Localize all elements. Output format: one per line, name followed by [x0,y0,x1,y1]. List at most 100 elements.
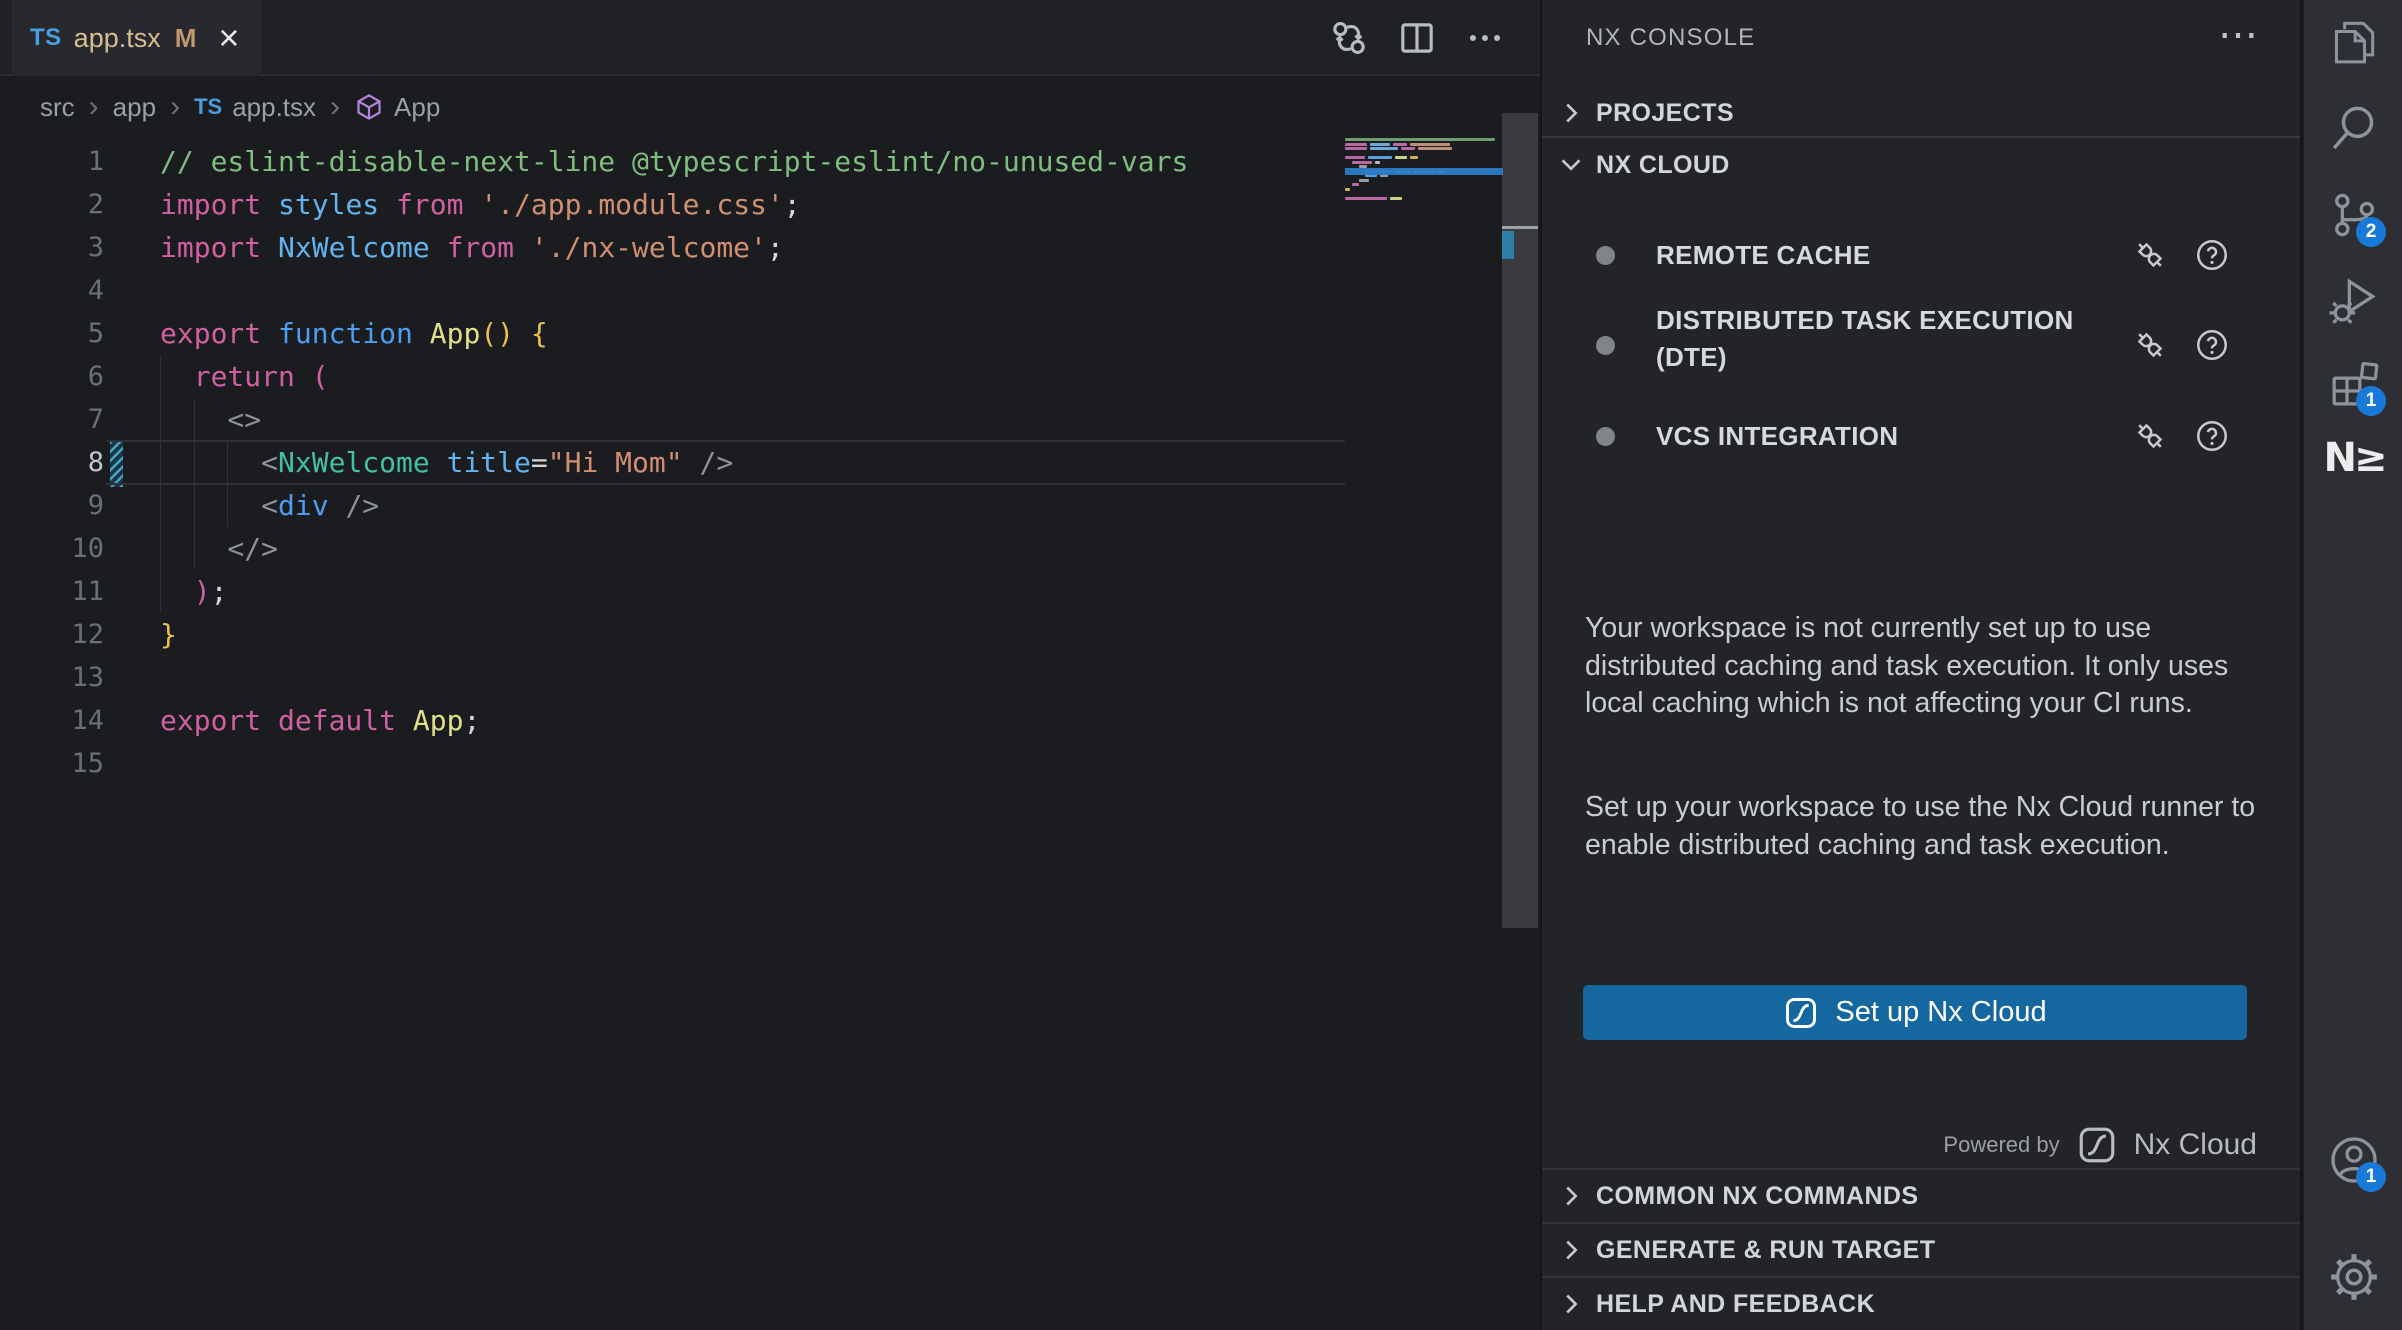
code-line: 11 ); [0,570,1345,613]
code-text: <div /> [160,484,379,527]
section-projects[interactable]: PROJECTS [1542,90,2300,136]
workspace-status-text: Your workspace is not currently set up t… [1585,610,2257,723]
minimap-current-line [1345,168,1503,175]
line-number: 2 [0,183,104,226]
code-text: return ( [160,355,329,398]
code-text: import NxWelcome from './nx-welcome'; [160,226,784,269]
activity-item-search[interactable] [2304,85,2402,169]
section-generate-run-target[interactable]: GENERATE & RUN TARGET [1542,1222,2300,1276]
help-icon[interactable] [2194,418,2230,454]
ts-icon: TS [194,94,222,120]
activity-item-source-control[interactable]: 2 [2304,173,2402,257]
activity-item-explorer[interactable] [2304,0,2402,84]
code-text: <> [160,398,261,441]
section-common-nx-commands[interactable]: COMMON NX COMMANDS [1542,1168,2300,1222]
current-line-highlight [106,440,1345,485]
setup-nx-cloud-button[interactable]: Set up Nx Cloud [1583,985,2247,1040]
panel-bottom-sections: COMMON NX COMMANDS GENERATE & RUN TARGET H… [1542,1168,2300,1330]
section-label: HELP AND FEEDBACK [1596,1290,1875,1319]
section-label: GENERATE & RUN TARGET [1596,1236,1935,1265]
editor-region: TS app.tsx M × src›app›TSapp.tsx›App 1//… [0,0,1540,1330]
editor-scrollbar[interactable] [1502,0,1538,1330]
badge: 1 [2356,386,2386,416]
line-number: 3 [0,226,104,269]
nx-cloud-item: DISTRIBUTED TASK EXECUTION (DTE) [1542,302,2300,388]
panel-title-row: NX CONSOLE ⋯ [1542,10,2300,66]
more-actions-icon[interactable]: ⋯ [2218,12,2258,58]
breadcrumb-item-src[interactable]: src [40,92,75,123]
line-number: 13 [0,656,104,699]
powered-by: Powered by Nx Cloud [1542,1122,2257,1168]
overview-modified-marker [1502,231,1514,259]
breadcrumb-item-app[interactable]: App [354,92,440,123]
breadcrumb-label: app.tsx [232,92,316,123]
chevron-right-icon [1556,1181,1586,1211]
breadcrumb-item-app[interactable]: app [113,92,156,123]
nx-cloud-brand: Nx Cloud [2134,1128,2257,1162]
nx-cloud-item-label: DISTRIBUTED TASK EXECUTION (DTE) [1656,302,2076,376]
minimap-line [1345,201,1503,204]
section-nx-cloud[interactable]: NX CLOUD [1542,140,2300,190]
breadcrumb-item-app-tsx[interactable]: TS app.tsx [194,92,316,123]
chevron-right-icon [1556,1235,1586,1265]
code-line: 9 <div /> [0,484,1345,527]
code-editor[interactable]: 1// eslint-disable-next-line @typescript… [0,140,1540,1330]
tab-app-tsx[interactable]: TS app.tsx M × [12,0,261,76]
code-text: ); [160,570,227,613]
tab-filename: app.tsx [74,23,161,54]
powered-by-label: Powered by [1943,1132,2059,1158]
split-editor-icon[interactable] [1394,12,1440,64]
activity-item-extensions[interactable]: 1 [2304,342,2402,426]
badge: 2 [2356,217,2386,247]
divider [1542,136,2300,138]
minimap-line [1352,161,1503,164]
section-label: COMMON NX COMMANDS [1596,1182,1918,1211]
help-icon[interactable] [2194,327,2230,363]
connect-icon[interactable] [2132,237,2168,273]
chevron-right-icon [1556,1289,1586,1319]
help-icon[interactable] [2194,237,2230,273]
connect-icon[interactable] [2132,327,2168,363]
code-line: 13 [0,656,1345,699]
line-number: 11 [0,570,104,613]
status-bullet-icon [1596,427,1615,446]
chevron-down-icon [1556,150,1586,180]
open-changes-icon[interactable] [1326,12,1372,64]
code-line: 4 [0,269,1345,312]
section-help-and-feedback[interactable]: HELP AND FEEDBACK [1542,1276,2300,1330]
code-text: import styles from './app.module.css'; [160,183,801,226]
breadcrumb-label: src [40,92,75,123]
minimap-line [1359,179,1503,182]
nx-cloud-item: VCS INTEGRATION [1542,414,2300,458]
line-number: 10 [0,527,104,570]
breadcrumb-separator: › [89,92,99,122]
activity-item-settings[interactable] [2304,1235,2402,1319]
activity-item-account[interactable]: 1 [2304,1118,2402,1202]
vscode-window: TS app.tsx M × src›app›TSapp.tsx›App 1//… [0,0,2402,1330]
close-icon[interactable]: × [218,20,239,56]
code-line: 6 return ( [0,355,1345,398]
overview-cursor-marker [1502,226,1538,229]
breadcrumb: src›app›TSapp.tsx›App [0,78,1500,136]
line-number: 4 [0,269,104,312]
code-line: 10 </> [0,527,1345,570]
status-bullet-icon [1596,246,1615,265]
code-line: 15 [0,742,1345,785]
nx-console-panel: NX CONSOLE ⋯ PROJECTS NX CLOUD REMOTE CA… [1542,0,2300,1330]
code-line: 1// eslint-disable-next-line @typescript… [0,140,1345,183]
nx-item-actions [2132,327,2230,363]
minimap-line [1345,188,1503,191]
code-line: 7 <> [0,398,1345,441]
activity-item-run-and-debug[interactable] [2304,258,2402,342]
code-text: export default App; [160,699,480,742]
code-line: 14export default App; [0,699,1345,742]
connect-icon[interactable] [2132,418,2168,454]
status-bullet-icon [1596,336,1615,355]
nx-cloud-item-label: REMOTE CACHE [1656,237,2076,274]
nx-cloud-icon [1783,995,1819,1031]
badge: 1 [2356,1162,2386,1192]
minimap-line [1345,156,1503,159]
code-line: 3 import NxWelcome from './nx-welcome'; [0,226,1345,269]
activity-item-nx-console[interactable]: N≥ [2304,416,2402,500]
minimap[interactable] [1345,138,1503,258]
